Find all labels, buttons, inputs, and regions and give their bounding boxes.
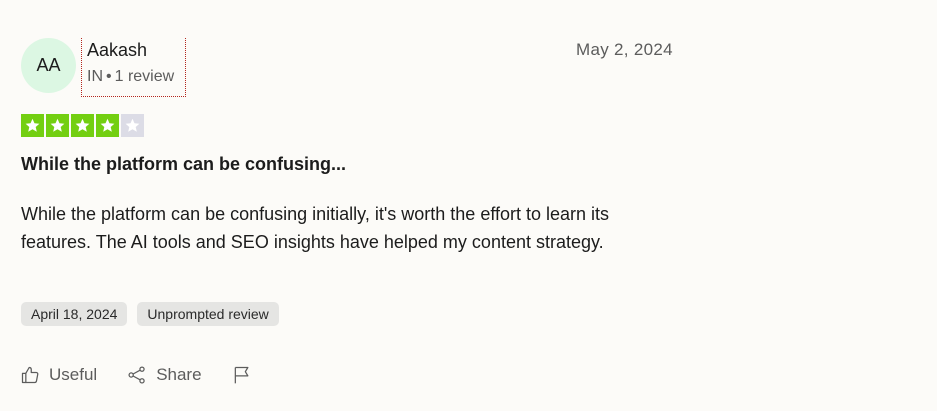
star-icon [96,114,119,137]
reviewer-name[interactable]: Aakash [87,40,185,61]
unprompted-review-badge[interactable]: Unprompted review [137,302,279,326]
report-button[interactable] [232,365,252,385]
review-body: While the platform can be confusing init… [21,204,610,252]
star-icon [46,114,69,137]
star-icon [71,114,94,137]
useful-label: Useful [49,365,98,384]
experience-date-tag: April 18, 2024 [21,302,128,326]
review-date: May 2, 2024 [576,40,673,59]
review-tags: April 18, 2024 Unprompted review [21,302,279,326]
flag-icon [234,366,249,384]
thumbs-up-icon [21,366,39,384]
review-actions: Useful Share [20,365,252,385]
reviewer-country: IN [87,68,103,85]
reviewer-review-count: 1 review [114,68,175,85]
reviewer-info[interactable]: Aakash IN • 1 review [81,38,186,97]
separator-dot: • [106,68,112,85]
star-icon [21,114,44,137]
share-button[interactable]: Share [127,365,202,385]
star-rating [21,114,144,137]
share-icon [128,366,145,384]
useful-button[interactable]: Useful [20,365,97,385]
star-icon [121,114,144,137]
avatar[interactable]: AA [21,38,76,93]
share-label: Share [156,365,202,384]
review-title[interactable]: While the platform can be confusing... [21,154,346,175]
reviewer-meta: IN • 1 review [87,68,185,86]
